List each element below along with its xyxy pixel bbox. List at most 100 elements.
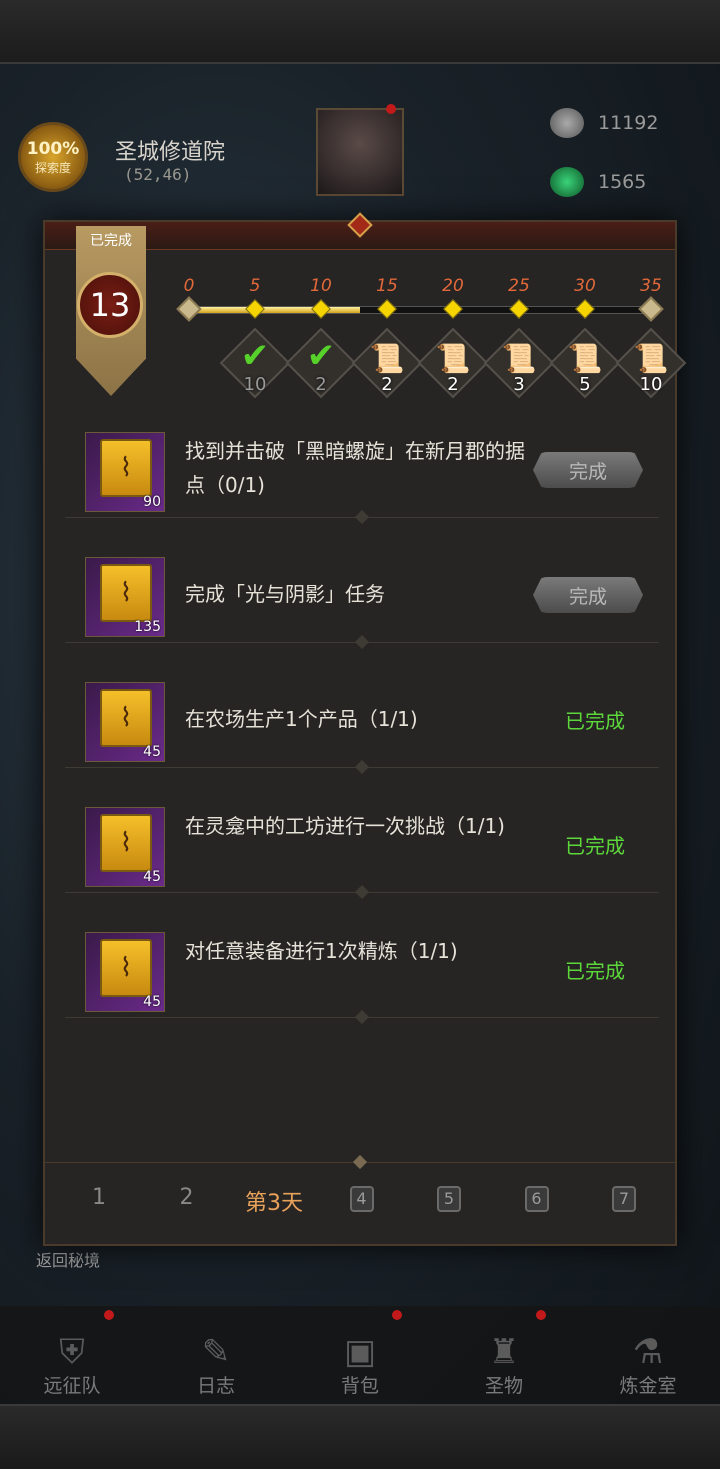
task-reward-item[interactable]: ⌇ 45 xyxy=(85,682,165,762)
scroll-icon: 📜 xyxy=(369,342,405,375)
nav-item-2[interactable]: ▣ 背包 xyxy=(288,1306,432,1404)
complete-button[interactable]: 完成 xyxy=(533,452,643,488)
nav-label: 日志 xyxy=(196,1375,235,1397)
hero-portrait[interactable] xyxy=(316,104,404,196)
task-reward-item[interactable]: ⌇ 45 xyxy=(85,932,165,1012)
notification-dot xyxy=(392,1310,402,1320)
day-label: 1 xyxy=(92,1185,106,1210)
milestone-number: 25 xyxy=(508,276,530,296)
task-description: 对任意装备进行1次精炼（1/1) xyxy=(185,939,458,963)
milestone-marker xyxy=(245,299,265,319)
row-divider xyxy=(354,1009,370,1025)
journal-icon: ✎ xyxy=(201,1332,231,1372)
day-tab-7[interactable]: 7 xyxy=(584,1185,664,1212)
task-reward-item[interactable]: ⌇ 45 xyxy=(85,807,165,887)
banner-scroll-icon: ⌇ xyxy=(100,564,152,622)
reward-count: 2 xyxy=(447,374,459,395)
task-description: 在农场生产1个产品（1/1) xyxy=(185,707,418,731)
lock-icon: 5 xyxy=(437,1186,461,1212)
milestone-marker xyxy=(176,296,202,322)
day-tab-6[interactable]: 6 xyxy=(497,1185,577,1212)
level-badge: 13 xyxy=(77,272,143,338)
resource-gem: 1565 xyxy=(550,165,690,199)
day-label: 2 xyxy=(179,1185,194,1210)
milestone-marker xyxy=(575,299,595,319)
task-description: 完成「光与阴影」任务 xyxy=(185,582,385,606)
resource-gem-value: 1565 xyxy=(598,171,647,193)
milestone-marker xyxy=(509,299,529,319)
scroll-icon: 📜 xyxy=(435,342,471,375)
reward-count: 5 xyxy=(579,374,591,395)
nav-item-1[interactable]: ✎ 日志 xyxy=(144,1306,288,1404)
day-tab-2[interactable]: 2 xyxy=(147,1185,227,1210)
complete-button[interactable]: 完成 xyxy=(533,577,643,613)
resource-stone-value: 11192 xyxy=(598,112,659,134)
milestone-number: 5 xyxy=(249,276,261,296)
banner-label: 已完成 xyxy=(90,233,132,249)
location-coords: (52,46) xyxy=(124,165,192,184)
daily-tasks-modal: 已完成 13 0 5 10 15 20 25 30 35 ✔ 10 ✔ 2 📜 2 📜 2 📜 3 📜 5 📜 10 ⌇ 9… xyxy=(43,212,687,1246)
task-row: ⌇ 90 找到并击破「黑暗螺旋」在新月郡的据点（0/1) 完成 xyxy=(65,422,659,525)
nav-item-4[interactable]: ⚗ 炼金室 xyxy=(576,1306,720,1404)
explore-progress-badge[interactable]: 100% 探索度 xyxy=(18,122,88,192)
relic-icon: ♜ xyxy=(488,1332,520,1372)
day-tab-5[interactable]: 5 xyxy=(409,1185,489,1212)
helmet-icon: ⛨ xyxy=(59,1332,85,1372)
item-quantity: 135 xyxy=(134,619,161,635)
nav-item-0[interactable]: ⛨ 远征队 xyxy=(0,1306,144,1404)
task-description: 找到并击破「黑暗螺旋」在新月郡的据点（0/1) xyxy=(185,439,525,497)
explore-label: 探索度 xyxy=(34,160,71,175)
day-tab-1[interactable]: 1 xyxy=(59,1185,139,1210)
reward-count: 10 xyxy=(639,374,663,395)
item-quantity: 90 xyxy=(143,494,161,510)
completed-status: 已完成 xyxy=(565,959,625,983)
day-tab-3[interactable]: 第3天 xyxy=(234,1185,314,1217)
task-reward-item[interactable]: ⌇ 135 xyxy=(85,557,165,637)
item-quantity: 45 xyxy=(143,869,161,885)
check-icon: ✔ xyxy=(240,336,270,376)
item-quantity: 45 xyxy=(143,744,161,760)
banner-scroll-icon: ⌇ xyxy=(100,439,152,497)
reward-progress: 已完成 13 0 5 10 15 20 25 30 35 ✔ 10 ✔ 2 📜 2 📜 2 📜 3 📜 5 📜 10 xyxy=(45,222,687,402)
progress-fill xyxy=(190,307,361,313)
location-name: 圣城修道院 xyxy=(115,140,226,165)
back-to-secret-realm-link[interactable]: 返回秘境 xyxy=(36,1247,100,1271)
banner-scroll-icon: ⌇ xyxy=(100,814,152,872)
nav-item-3[interactable]: ♜ 圣物 xyxy=(432,1306,576,1404)
item-quantity: 45 xyxy=(143,994,161,1010)
banner-scroll-icon: ⌇ xyxy=(100,689,152,747)
reward-count: 3 xyxy=(513,374,525,395)
task-row: ⌇ 45 对任意装备进行1次精炼（1/1) 已完成 xyxy=(65,922,659,1025)
notification-dot xyxy=(104,1310,114,1320)
scroll-icon: 📜 xyxy=(633,342,669,375)
task-description: 在灵龛中的工坊进行一次挑战（1/1) xyxy=(185,814,505,838)
completed-status: 已完成 xyxy=(565,709,625,733)
divider-gem-icon xyxy=(352,1154,368,1170)
banner-scroll-icon: ⌇ xyxy=(100,939,152,997)
resource-stone: 11192 xyxy=(550,106,690,140)
check-icon: ✔ xyxy=(306,336,336,376)
gem-icon xyxy=(550,167,584,197)
day-label: 第3天 xyxy=(245,1191,303,1216)
milestone-number: 30 xyxy=(574,276,596,296)
row-divider xyxy=(354,884,370,900)
milestone-marker xyxy=(638,296,664,322)
nav-label: 炼金室 xyxy=(619,1375,677,1397)
nav-label: 背包 xyxy=(340,1375,379,1397)
explore-percent: 100% xyxy=(26,138,80,159)
task-row: ⌇ 45 在农场生产1个产品（1/1) 已完成 xyxy=(65,672,659,775)
row-divider xyxy=(354,759,370,775)
milestone-number: 15 xyxy=(376,276,398,296)
backpack-icon: ▣ xyxy=(343,1332,377,1372)
reward-count: 2 xyxy=(315,374,327,395)
reward-count: 2 xyxy=(381,374,393,395)
task-row: ⌇ 135 完成「光与阴影」任务 完成 xyxy=(65,547,659,650)
day-tabs: 1 2 第3天 4 5 6 7 xyxy=(45,1154,675,1242)
milestone-marker xyxy=(377,299,397,319)
lock-icon: 7 xyxy=(612,1186,636,1212)
day-tab-4[interactable]: 4 xyxy=(322,1185,402,1212)
scroll-icon: 📜 xyxy=(501,342,537,375)
task-reward-item[interactable]: ⌇ 90 xyxy=(85,432,165,512)
reward-count: 10 xyxy=(243,374,267,395)
milestone-marker xyxy=(443,299,463,319)
